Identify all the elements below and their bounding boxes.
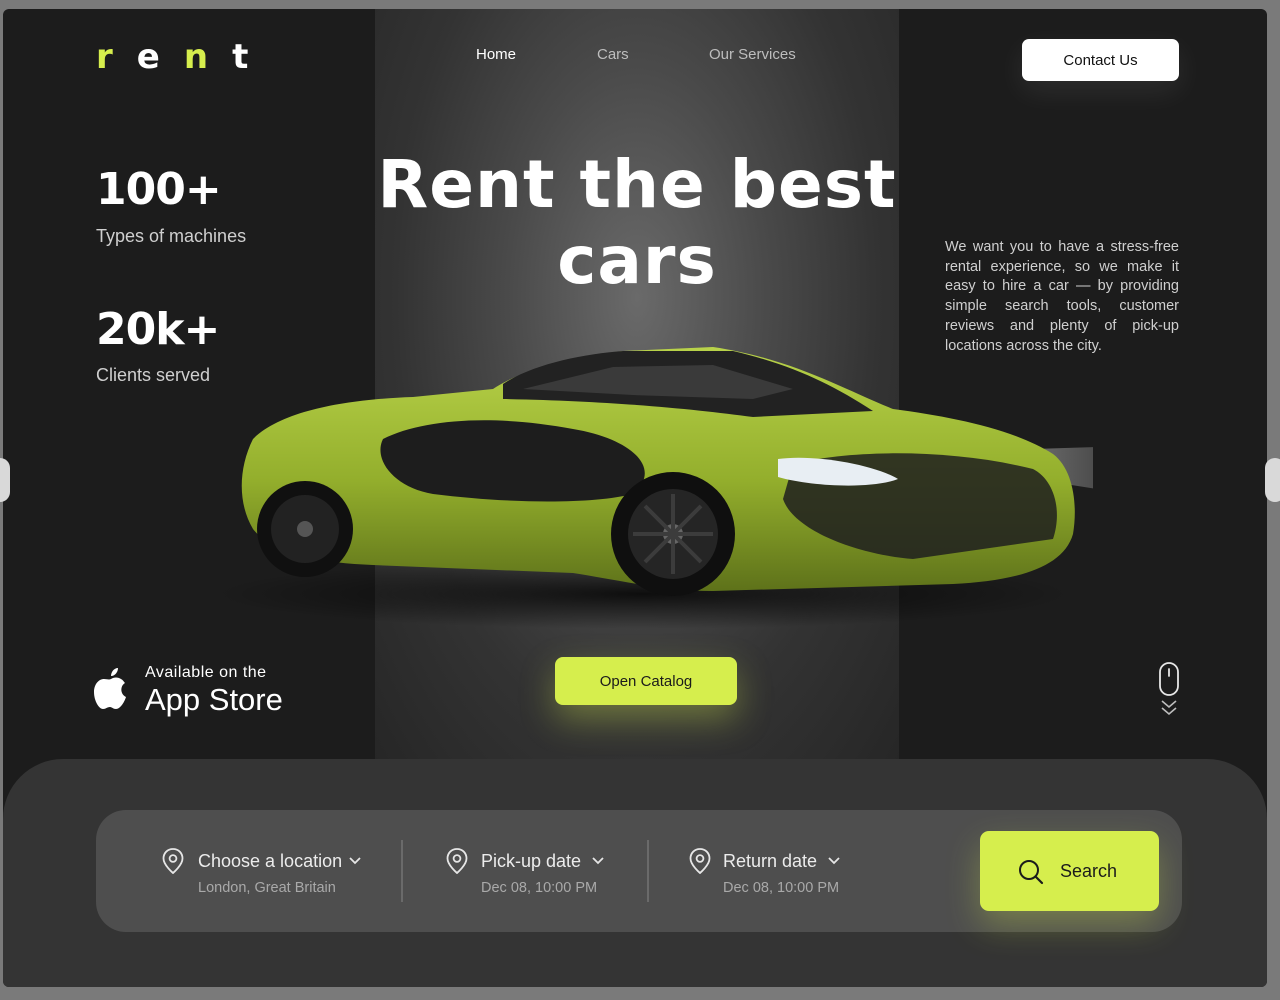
pickup-date-label: Pick-up date: [481, 851, 582, 871]
stat-machines-label: Types of machines: [96, 226, 247, 246]
logo-letter-t: t: [232, 37, 273, 77]
hero-title-line2: cars: [557, 222, 717, 299]
chevron-down-icon: [592, 857, 604, 865]
logo-letter-e: e: [136, 37, 184, 77]
hero-title-line1: Rent the best: [377, 146, 897, 223]
chevron-down-icon: [349, 857, 361, 865]
stat-machines-value: 100+: [96, 164, 222, 215]
pickup-date-field[interactable]: Pick-up date Dec 08, 10:00 PM: [446, 810, 626, 932]
app-store-badge[interactable]: Available on the App Store: [93, 664, 293, 724]
return-date-field[interactable]: Return date Dec 08, 10:00 PM: [689, 810, 869, 932]
location-value: London, Great Britain: [198, 880, 336, 896]
apple-icon: [94, 668, 126, 709]
mouse-scroll-icon[interactable]: [1158, 661, 1180, 721]
carousel-next-handle[interactable]: [1265, 458, 1280, 502]
return-date-label: Return date: [723, 851, 818, 871]
map-pin-icon: [162, 848, 184, 874]
logo-letter-r: r: [96, 37, 137, 77]
field-divider: [401, 840, 403, 902]
booking-search-bar: Choose a location London, Great Britain …: [96, 810, 1182, 932]
map-pin-icon: [689, 848, 711, 874]
contact-us-button[interactable]: Contact Us: [1022, 39, 1179, 81]
map-pin-icon: [446, 848, 468, 874]
app-store-title: App Store: [145, 682, 283, 717]
location-label: Choose a location: [198, 851, 343, 871]
search-button-label: Search: [1060, 861, 1118, 881]
search-button[interactable]: Search: [980, 831, 1159, 911]
logo-letter-n: n: [183, 37, 233, 77]
app-store-caption: Available on the: [145, 664, 267, 681]
brand-logo[interactable]: rent: [96, 37, 272, 77]
pickup-date-value: Dec 08, 10:00 PM: [481, 880, 598, 896]
search-icon: [1019, 860, 1044, 885]
carousel-prev-handle[interactable]: [0, 458, 10, 502]
location-field[interactable]: Choose a location London, Great Britain: [162, 810, 382, 932]
field-divider: [647, 840, 649, 902]
nav-home-link[interactable]: Home: [476, 46, 516, 63]
chevron-down-icon: [828, 857, 840, 865]
return-date-value: Dec 08, 10:00 PM: [723, 880, 840, 896]
hero-title: Rent the best cars: [375, 147, 899, 299]
page-frame: rent Home Cars Our Services Contact Us 1…: [3, 9, 1267, 987]
nav-cars-link[interactable]: Cars: [597, 46, 629, 63]
car-image: [213, 347, 1093, 629]
nav-services-link[interactable]: Our Services: [709, 46, 796, 63]
open-catalog-button[interactable]: Open Catalog: [555, 657, 737, 705]
